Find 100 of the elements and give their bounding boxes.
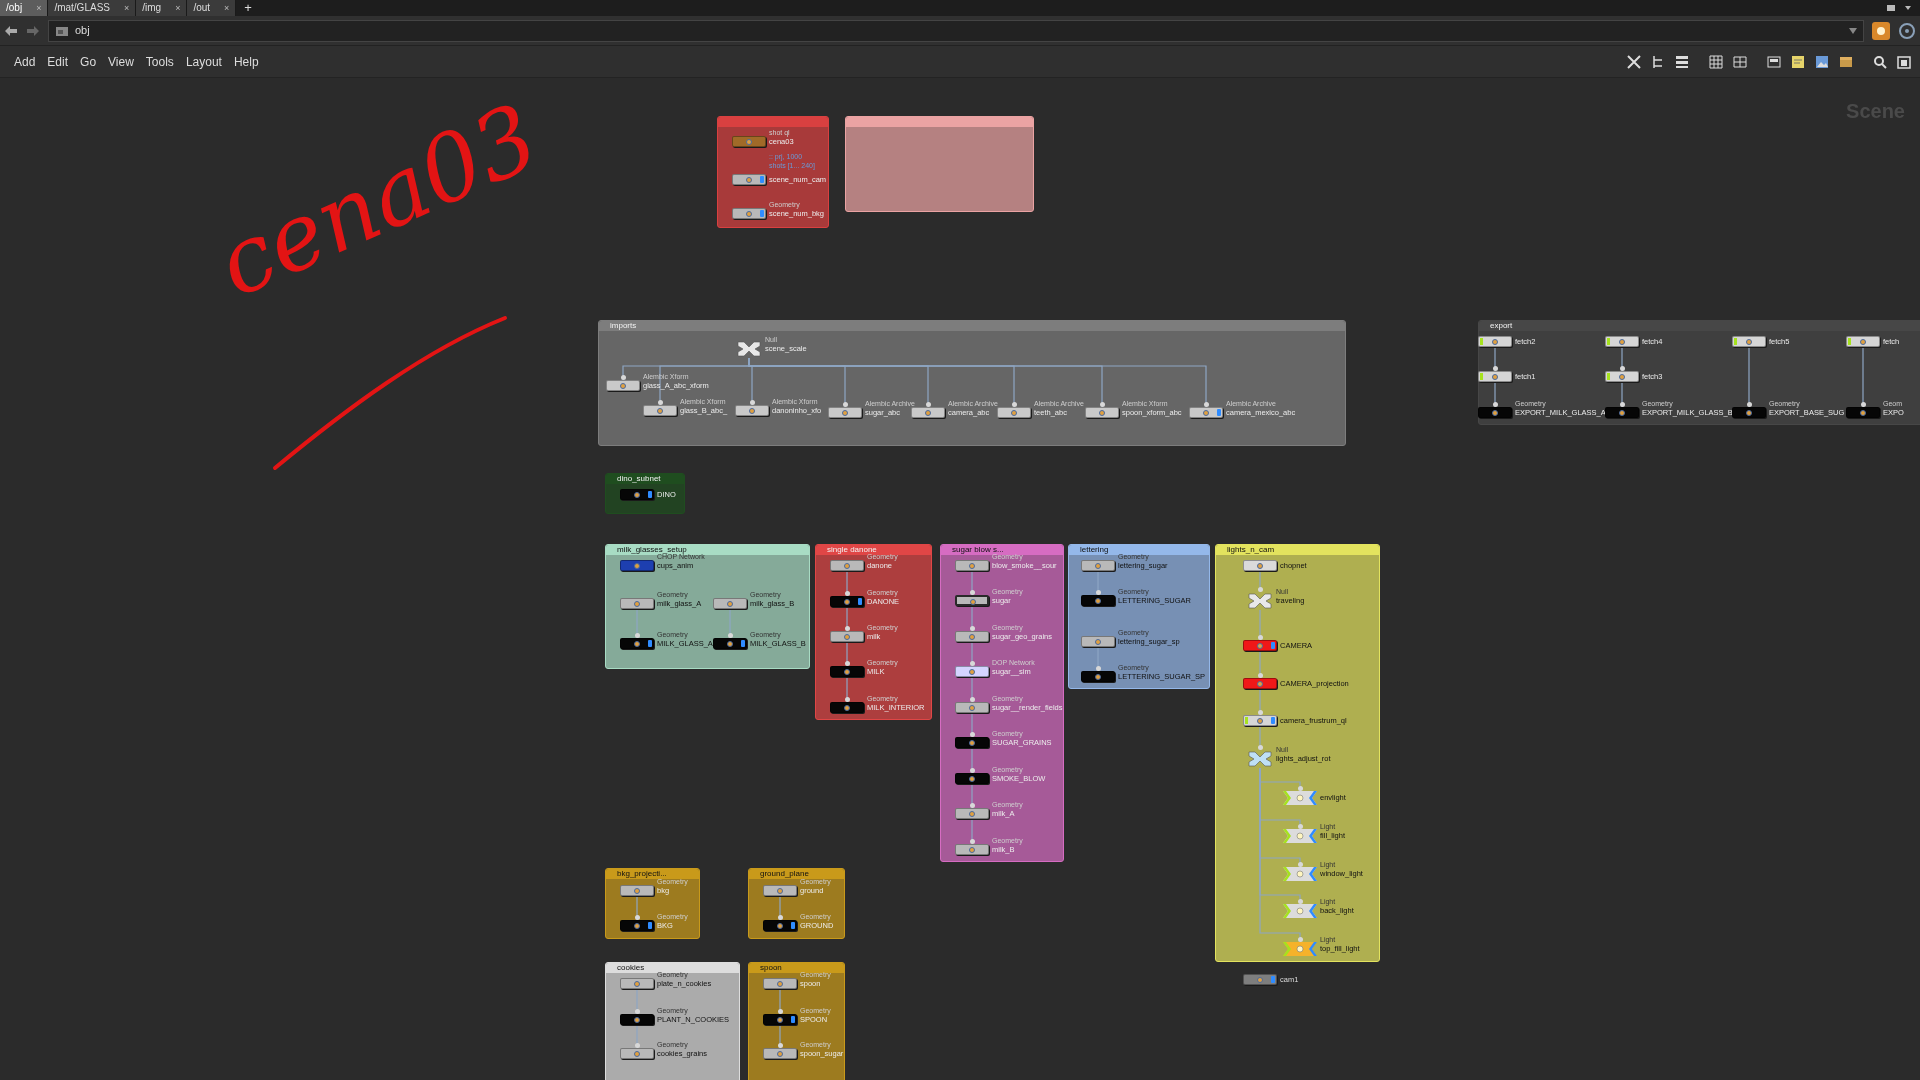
node-icon xyxy=(727,641,733,647)
box-header: dino_subnet xyxy=(606,474,684,484)
node-icon xyxy=(1257,643,1263,649)
box-header: lights_n_cam xyxy=(1216,545,1379,555)
node-icon xyxy=(634,923,640,929)
node-icon xyxy=(969,776,975,782)
close-button[interactable]: × xyxy=(175,0,181,16)
forward-arrow-icon[interactable] xyxy=(26,24,40,37)
back-arrow-icon[interactable] xyxy=(4,24,18,37)
node-icon xyxy=(657,408,663,414)
light-node[interactable] xyxy=(1283,942,1317,956)
pin-icon[interactable] xyxy=(1872,21,1890,40)
image-icon[interactable] xyxy=(1814,53,1830,70)
node-icon xyxy=(1860,339,1866,345)
node-icon xyxy=(634,1017,640,1023)
light-node[interactable] xyxy=(1283,904,1317,918)
box-header: milk_glasses_setup xyxy=(606,545,809,555)
node-icon xyxy=(634,981,640,987)
node-icon xyxy=(746,139,752,145)
box-header: export xyxy=(1479,321,1920,331)
node-icon xyxy=(844,669,850,675)
caret-icon[interactable] xyxy=(1904,4,1912,12)
light-node[interactable] xyxy=(1283,867,1317,881)
window-icon[interactable] xyxy=(1886,3,1896,13)
node-icon xyxy=(777,888,783,894)
grid-icon[interactable] xyxy=(1708,53,1724,70)
sync-icon[interactable] xyxy=(1898,21,1916,40)
dropdown-caret-icon[interactable] xyxy=(1849,27,1857,34)
tab[interactable]: /out × xyxy=(187,0,237,16)
node-icon xyxy=(1095,639,1101,645)
display-flag[interactable] xyxy=(648,640,652,647)
network-node[interactable] xyxy=(955,595,989,606)
close-button[interactable]: × xyxy=(224,0,230,16)
node-icon xyxy=(1257,563,1263,569)
tools-icon[interactable] xyxy=(1626,53,1642,70)
box-header: ground_plane xyxy=(749,869,844,879)
close-button[interactable]: × xyxy=(36,0,42,16)
note-icon[interactable] xyxy=(1790,53,1806,70)
tab[interactable]: /img × xyxy=(136,0,188,16)
tab[interactable]: /mat/GLASS × xyxy=(48,0,137,16)
node-icon xyxy=(777,923,783,929)
close-button[interactable]: × xyxy=(123,0,130,16)
node-icon xyxy=(1257,681,1263,687)
snapshot-icon[interactable] xyxy=(1896,53,1912,70)
menu-item[interactable]: Edit xyxy=(41,50,75,73)
search-icon[interactable] xyxy=(1872,53,1888,70)
box-header: sugar blow s... xyxy=(941,545,1063,555)
box-header: imports xyxy=(599,321,1345,331)
folder-icon xyxy=(55,24,69,37)
display-flag[interactable] xyxy=(648,922,652,929)
box-header: spoon xyxy=(749,963,844,973)
node-icon xyxy=(749,408,755,414)
table-icon[interactable] xyxy=(1732,53,1748,70)
node-icon xyxy=(727,601,733,607)
node-icon xyxy=(925,410,931,416)
null-node[interactable] xyxy=(1247,592,1273,610)
node-icon xyxy=(1095,598,1101,604)
panel-icon[interactable] xyxy=(1766,53,1782,70)
tab[interactable]: /obj × xyxy=(0,0,49,16)
box-header: bkg_projecti... xyxy=(606,869,699,879)
node-icon xyxy=(844,599,850,605)
light-node[interactable] xyxy=(1283,829,1317,843)
node-icon xyxy=(1746,339,1752,345)
light-node[interactable] xyxy=(1283,791,1317,805)
node-icon xyxy=(620,383,626,389)
node-icon xyxy=(634,888,640,894)
menu-item[interactable]: View xyxy=(102,50,140,73)
menu-item[interactable]: Add xyxy=(8,50,42,73)
path-field[interactable]: obj xyxy=(48,19,1864,42)
new-tab-button[interactable]: + xyxy=(236,0,260,16)
network-box[interactable] xyxy=(940,544,1064,862)
box-header: lettering xyxy=(1069,545,1209,555)
node-icon xyxy=(1619,410,1625,416)
box-header: single danone xyxy=(816,545,931,555)
node-icon xyxy=(970,599,976,605)
display-flag[interactable] xyxy=(858,598,862,605)
display-flag[interactable] xyxy=(791,922,795,929)
null-node[interactable] xyxy=(736,340,762,358)
node-icon xyxy=(1492,374,1498,380)
node-icon xyxy=(1492,410,1498,416)
null-node[interactable] xyxy=(1247,750,1273,768)
box-header: cookies xyxy=(606,963,739,973)
node-icon xyxy=(1099,410,1105,416)
node-icon xyxy=(634,641,640,647)
node-icon xyxy=(777,1051,783,1057)
node-icon xyxy=(969,847,975,853)
display-flag[interactable] xyxy=(648,491,652,498)
display-flag[interactable] xyxy=(791,1016,795,1023)
display-flag[interactable] xyxy=(741,640,745,647)
menu-item[interactable]: Tools xyxy=(139,50,180,73)
node-icon xyxy=(969,669,975,675)
node-icon xyxy=(1619,339,1625,345)
node-icon xyxy=(1746,410,1752,416)
menu-item[interactable]: Help xyxy=(227,50,265,73)
menu-item[interactable]: Go xyxy=(74,50,103,73)
node-icon xyxy=(1095,674,1101,680)
menu-item[interactable]: Layout xyxy=(179,50,228,73)
node-icon xyxy=(969,563,975,569)
list-icon[interactable] xyxy=(1674,53,1690,70)
node-icon xyxy=(634,492,640,498)
